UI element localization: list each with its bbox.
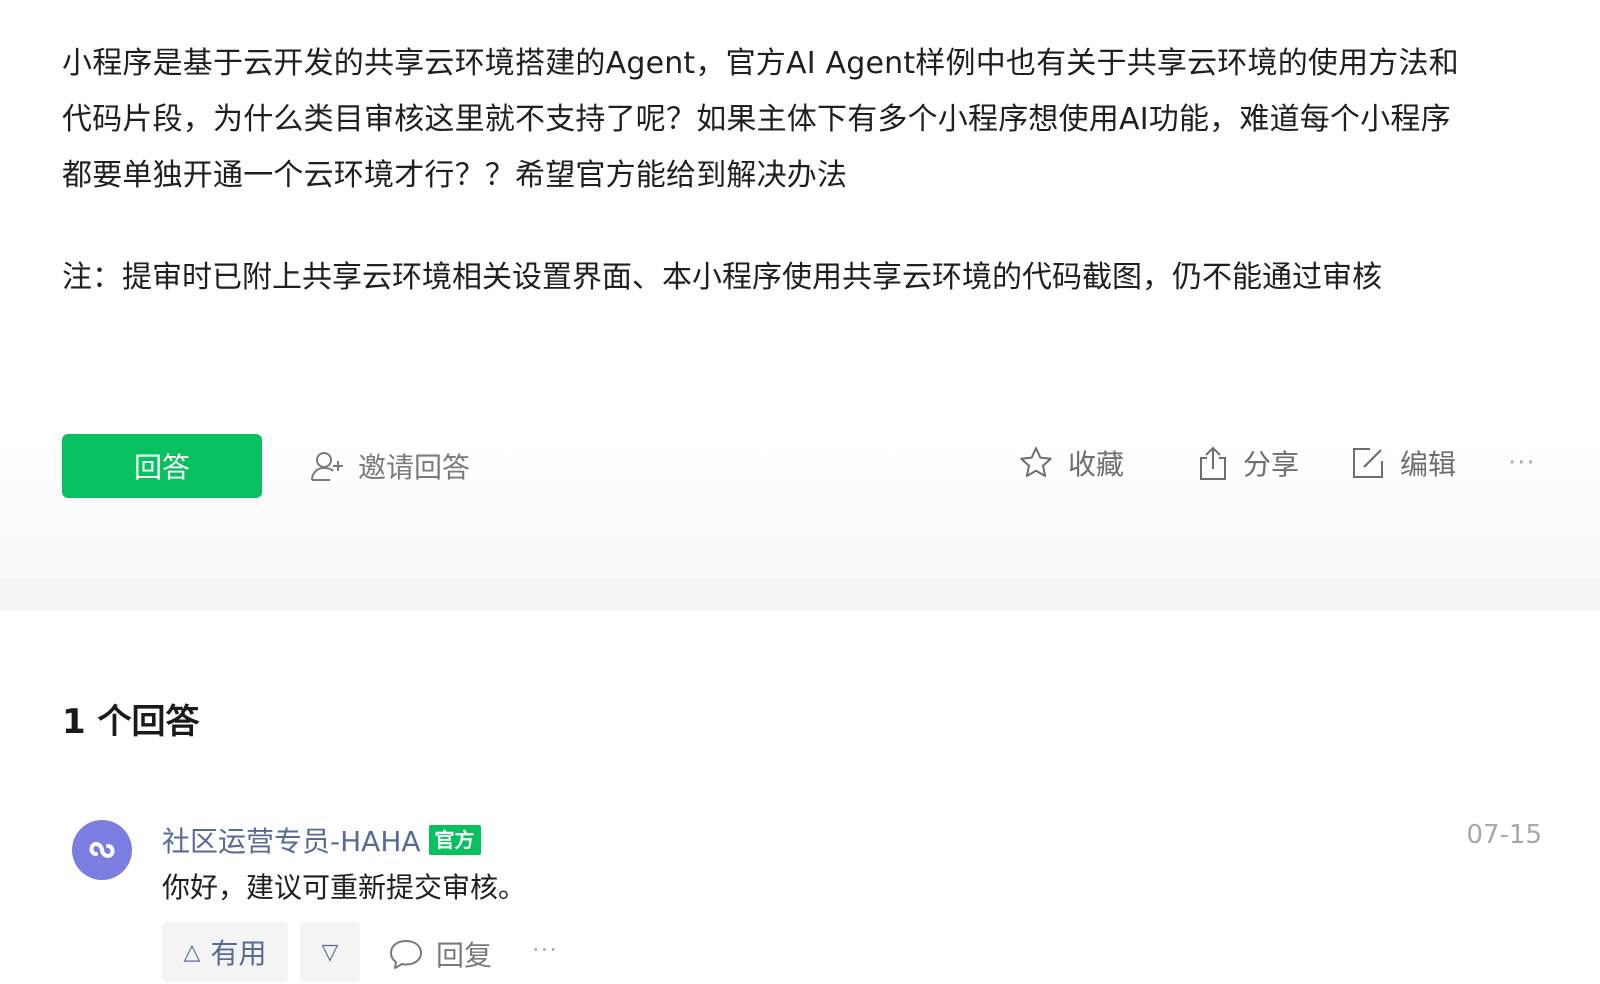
favorite-label: 收藏 <box>1068 448 1125 481</box>
official-badge: 官方 <box>428 825 481 855</box>
answer-author-name[interactable]: 社区运营专员-HAHA <box>162 820 421 860</box>
question-body: 小程序是基于云开发的共享云环境搭建的Agent，官方AI Agent样例中也有关… <box>62 36 1542 204</box>
favorite-button[interactable]: 收藏 <box>1018 440 1124 486</box>
share-label: 分享 <box>1243 448 1300 481</box>
edit-button[interactable]: 编辑 <box>1350 440 1456 486</box>
answer-button[interactable]: 回答 <box>62 434 262 498</box>
share-button[interactable]: 分享 <box>1197 440 1299 486</box>
useful-vote-button[interactable]: △ 有用 <box>162 922 288 982</box>
question-line-3: 都要单独开通一个云环境才行？？希望官方能给到解决办法 <box>62 158 848 193</box>
answer-more-button[interactable]: ··· <box>532 936 558 964</box>
star-icon <box>1020 447 1052 477</box>
question-section: 小程序是基于云开发的共享云环境搭建的Agent，官方AI Agent样例中也有关… <box>0 0 1600 578</box>
reply-label: 回复 <box>436 939 493 972</box>
downvote-triangle-icon: ▽ <box>321 939 339 965</box>
avatar[interactable] <box>72 820 132 880</box>
more-options-button[interactable]: ··· <box>1508 440 1536 486</box>
invite-answer-label: 邀请回答 <box>358 451 471 484</box>
edit-icon <box>1353 448 1383 478</box>
downvote-button[interactable]: ▽ <box>300 922 360 982</box>
question-line-1: 小程序是基于云开发的共享云环境搭建的Agent，官方AI Agent样例中也有关… <box>62 46 1459 81</box>
reply-button[interactable]: 回复 <box>388 934 492 974</box>
answers-count-title: 1 个回答 <box>62 702 200 742</box>
question-note: 注：提审时已附上共享云环境相关设置界面、本小程序使用共享云环境的代码截图，仍不能… <box>62 260 1382 295</box>
question-line-2: 代码片段，为什么类目审核这里就不支持了呢？如果主体下有多个小程序想使用AI功能，… <box>62 102 1451 137</box>
comment-bubble-icon <box>390 940 422 969</box>
invite-user-icon <box>311 452 343 481</box>
edit-label: 编辑 <box>1400 448 1457 481</box>
section-divider <box>0 578 1600 610</box>
share-icon <box>1200 446 1226 480</box>
useful-label: 有用 <box>210 937 267 970</box>
mini-program-logo-icon <box>89 841 115 859</box>
invite-answer-button[interactable]: 邀请回答 <box>310 446 470 486</box>
answer-author-row: 社区运营专员-HAHA 官方 <box>162 820 481 860</box>
upvote-triangle-icon: △ <box>183 939 201 965</box>
answer-text: 你好，建议可重新提交审核。 <box>162 871 527 904</box>
answer-date: 07-15 <box>1466 820 1542 850</box>
